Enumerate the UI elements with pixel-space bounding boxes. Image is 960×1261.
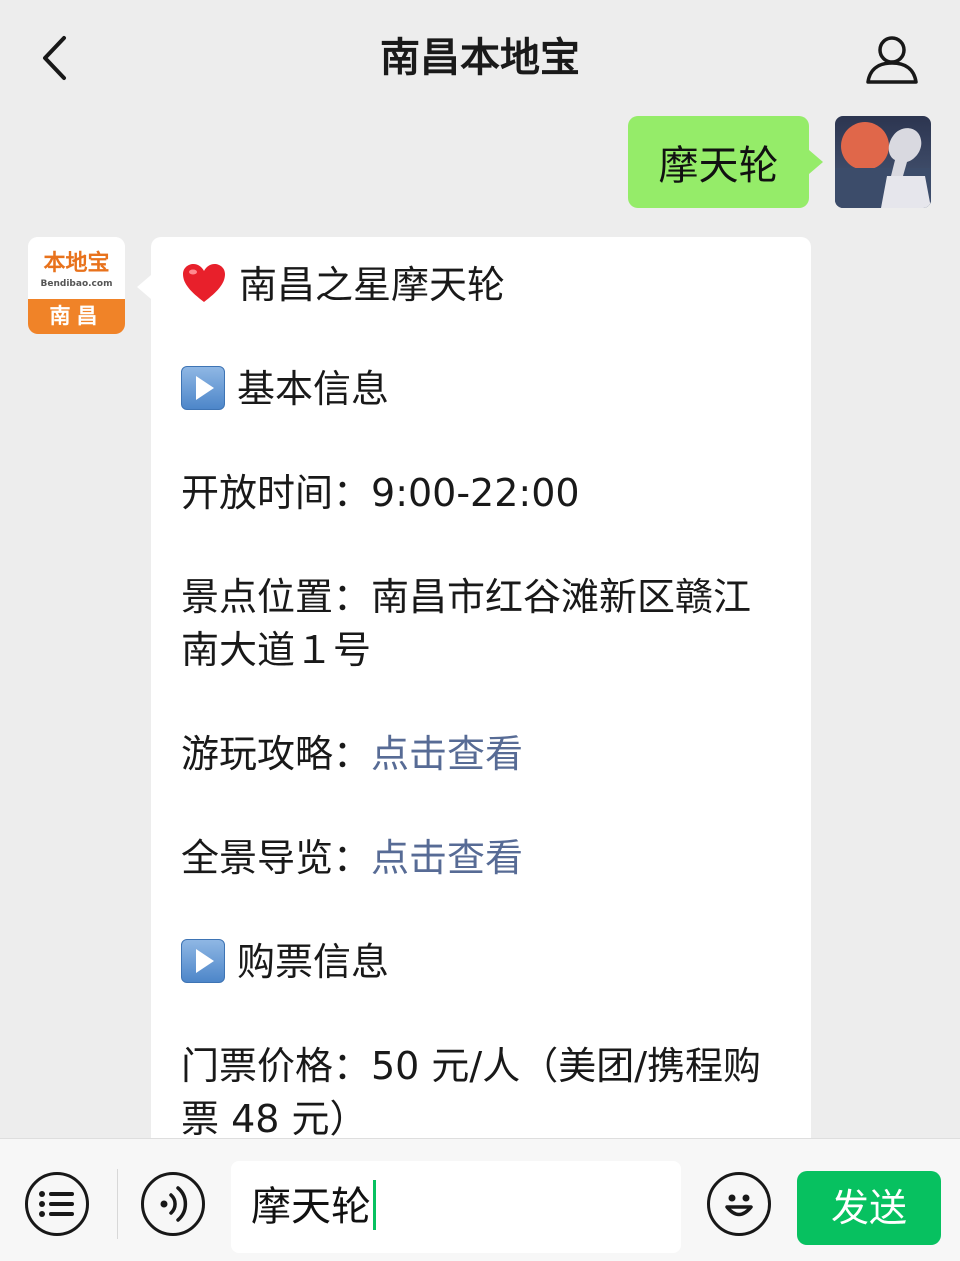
panorama-row: 全景导览：点击查看	[181, 831, 791, 885]
avatar-url-text: Bendibao.com	[40, 279, 113, 289]
guide-row: 游玩攻略：点击查看	[181, 727, 791, 781]
emoji-button[interactable]	[707, 1172, 771, 1236]
avatar-brand-text: 本地宝	[43, 250, 110, 276]
heart-icon	[183, 264, 225, 302]
play-button-icon	[181, 366, 225, 410]
official-account-avatar[interactable]: 本地宝 Bendibao.com 南昌	[28, 237, 125, 334]
open-hours-row: 开放时间：9:00-22:00	[181, 466, 791, 520]
ticket-price-line1: 门票价格：50 元/人（美团/携程购	[181, 1044, 762, 1088]
back-button[interactable]	[30, 28, 80, 88]
basic-info-heading: 基本信息	[237, 367, 390, 411]
emoji-icon	[725, 1194, 753, 1217]
guide-label: 游玩攻略：	[181, 732, 372, 776]
message-input[interactable]: 摩天轮	[231, 1161, 681, 1253]
message-title: 南昌之星摩天轮	[239, 263, 506, 307]
chevron-left-icon	[43, 36, 66, 80]
voice-button[interactable]	[141, 1172, 205, 1236]
profile-button[interactable]	[864, 32, 920, 88]
location-row-continued: 南大道１号	[181, 623, 791, 677]
location-label: 景点位置：	[181, 575, 372, 619]
list-menu-icon	[39, 1191, 74, 1217]
text-cursor	[373, 1180, 376, 1230]
user-avatar[interactable]	[835, 116, 931, 208]
input-toolbar: 摩天轮 发送	[0, 1138, 960, 1261]
panorama-label: 全景导览：	[181, 836, 372, 880]
open-hours-label: 开放时间：	[181, 471, 372, 515]
ticket-info-heading: 购票信息	[237, 940, 390, 984]
user-avatar-image	[835, 116, 931, 208]
received-message-bubble[interactable]: 南昌之星摩天轮 基本信息 开放时间：9:00-22:00 景点位置：南昌市红谷滩…	[137, 237, 811, 1138]
menu-button[interactable]	[25, 1172, 89, 1236]
guide-link[interactable]: 点击查看	[371, 732, 523, 776]
send-button[interactable]: 发送	[797, 1171, 941, 1245]
basic-info-heading-row: 基本信息	[181, 362, 791, 416]
chat-messages[interactable]: 摩天轮 本地宝 Bendibao.com 南昌 南昌之星摩天轮 基本信息 开放时…	[0, 116, 960, 1138]
ticket-price-row: 门票价格：50 元/人（美团/携程购	[181, 1039, 791, 1093]
panorama-link[interactable]: 点击查看	[371, 836, 523, 880]
sent-message-text: 摩天轮	[658, 143, 779, 189]
toolbar-divider	[117, 1169, 118, 1239]
sent-message-bubble[interactable]: 摩天轮	[628, 116, 823, 208]
avatar-city-text: 南昌	[28, 299, 125, 334]
ticket-price-line2: 票 48 元）	[181, 1097, 368, 1138]
ticket-info-heading-row: 购票信息	[181, 935, 791, 989]
voice-icon	[160, 1186, 188, 1222]
location-row: 景点位置：南昌市红谷滩新区赣江	[181, 570, 791, 624]
location-value-line2: 南大道１号	[181, 628, 372, 672]
open-hours-value: 9:00-22:00	[371, 471, 580, 515]
message-input-text: 摩天轮	[251, 1184, 371, 1230]
chat-title: 南昌本地宝	[380, 35, 580, 81]
play-button-icon	[181, 939, 225, 983]
message-title-row: 南昌之星摩天轮	[181, 258, 791, 312]
person-icon	[866, 36, 918, 84]
navigation-bar: 南昌本地宝	[0, 0, 960, 116]
ticket-price-row-continued: 票 48 元）	[181, 1092, 791, 1138]
location-value-line1: 南昌市红谷滩新区赣江	[371, 575, 752, 619]
